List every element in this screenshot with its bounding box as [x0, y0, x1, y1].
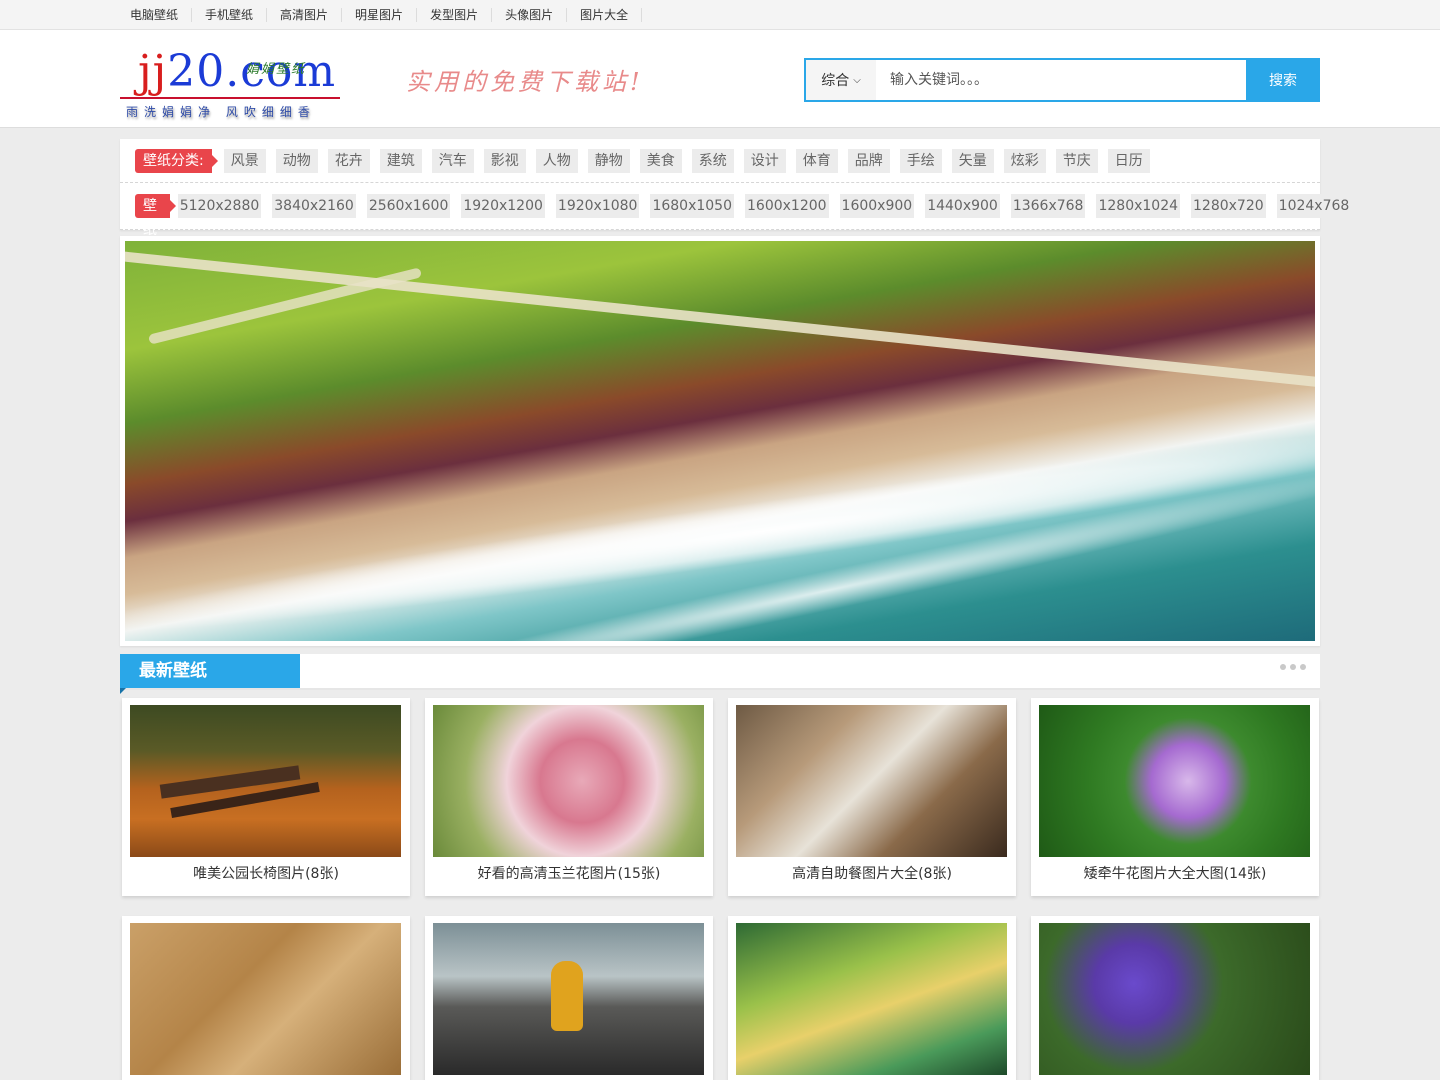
top-nav: 电脑壁纸 手机壁纸 高清图片 明星图片 发型图片 头像图片 图片大全	[0, 0, 1440, 30]
search-bar: 综合 ⌵ 搜索	[804, 58, 1320, 102]
wallpaper-card[interactable]	[728, 916, 1016, 1080]
site-logo[interactable]: jj20.com 娟娟壁纸 雨洗娟娟净 风吹细细香	[120, 48, 340, 124]
wallpaper-thumbnail[interactable]	[130, 923, 401, 1075]
more-dots-icon[interactable]	[1280, 664, 1306, 670]
category-tag[interactable]: 节庆	[1055, 148, 1098, 173]
topnav-link-mobile-wallpaper[interactable]: 手机壁纸	[192, 8, 268, 22]
wallpaper-card[interactable]: 高清自助餐图片大全(8张)	[728, 698, 1016, 896]
logo-divider	[120, 97, 340, 99]
section-title: 最新壁纸	[120, 654, 300, 694]
banner-image[interactable]	[125, 241, 1315, 641]
wallpaper-thumbnail[interactable]	[1039, 923, 1310, 1075]
size-tag[interactable]: 2560x1600	[366, 194, 451, 218]
wallpaper-card[interactable]: 好看的高清玉兰花图片(15张)	[425, 698, 713, 896]
size-tag[interactable]: 1440x900	[925, 194, 1000, 218]
category-tag[interactable]: 炫彩	[1003, 148, 1046, 173]
topnav-link-all-images[interactable]: 图片大全	[567, 8, 643, 22]
size-tag[interactable]: 1920x1200	[461, 194, 545, 218]
wallpaper-card[interactable]: 唯美公园长椅图片(8张)	[122, 698, 410, 896]
category-tag[interactable]: 体育	[795, 148, 838, 173]
logo-subtitle: 娟娟壁纸	[246, 62, 307, 77]
topnav-link-hd-images[interactable]: 高清图片	[267, 8, 343, 22]
category-tag[interactable]: 美食	[639, 148, 682, 173]
category-tag[interactable]: 矢量	[951, 148, 994, 173]
size-tag[interactable]: 1366x768	[1010, 194, 1086, 218]
category-tag[interactable]: 品牌	[847, 148, 890, 173]
wallpaper-thumbnail[interactable]	[433, 705, 704, 857]
category-filter-row: 壁纸分类: 风景 动物 花卉 建筑 汽车 影视 人物 静物 美食 系统 设计 体…	[120, 139, 1320, 183]
size-tag[interactable]: 5120x2880	[177, 194, 262, 218]
size-tag[interactable]: 1680x1050	[650, 194, 734, 218]
size-filter-row: 壁纸尺寸: 5120x2880 3840x2160 2560x1600 1920…	[120, 183, 1352, 286]
wallpaper-thumbnail[interactable]	[130, 705, 401, 857]
wallpaper-caption[interactable]: 唯美公园长椅图片(8张)	[130, 857, 402, 891]
size-tag[interactable]: 1920x1080	[555, 194, 640, 218]
site-header: jj20.com 娟娟壁纸 雨洗娟娟净 风吹细细香 实用的免费下载站! 综合 ⌵…	[0, 30, 1440, 128]
wallpaper-grid: 唯美公园长椅图片(8张) 好看的高清玉兰花图片(15张) 高清自助餐图片大全(8…	[120, 698, 1320, 1080]
search-button[interactable]: 搜索	[1246, 58, 1320, 102]
wallpaper-thumbnail[interactable]	[736, 705, 1007, 857]
site-slogan: 实用的免费下载站!	[406, 68, 644, 96]
wallpaper-card[interactable]	[425, 916, 713, 1080]
category-tag[interactable]: 动物	[275, 148, 318, 173]
latest-wallpapers-header: 最新壁纸	[120, 654, 1320, 694]
topnav-link-pc-wallpaper[interactable]: 电脑壁纸	[120, 8, 193, 22]
chevron-down-icon: ⌵	[853, 74, 861, 86]
wallpaper-caption[interactable]: 矮牵牛花图片大全大图(14张)	[1039, 857, 1311, 891]
topnav-link-celebrity-images[interactable]: 明星图片	[342, 8, 418, 22]
category-tag[interactable]: 风景	[223, 148, 266, 173]
category-tag[interactable]: 建筑	[379, 148, 422, 173]
category-tag[interactable]: 系统	[691, 148, 734, 173]
logo-domain: jj20.com	[138, 46, 337, 97]
size-tag[interactable]: 3840x2160	[272, 194, 356, 218]
search-type-select[interactable]: 综合 ⌵	[806, 60, 876, 100]
category-filter-label: 壁纸分类:	[135, 148, 218, 173]
topnav-link-avatar-images[interactable]: 头像图片	[492, 8, 568, 22]
category-tag[interactable]: 日历	[1107, 148, 1150, 173]
category-tag[interactable]: 静物	[587, 148, 630, 173]
filter-panel: 壁纸分类: 风景 动物 花卉 建筑 汽车 影视 人物 静物 美食 系统 设计 体…	[120, 139, 1352, 286]
size-tag[interactable]: 1600x1200	[745, 194, 829, 218]
size-tag[interactable]: 1600x900	[839, 194, 915, 218]
logo-motto: 雨洗娟娟净 风吹细细香	[126, 105, 316, 119]
size-tag[interactable]: 1024x768	[1276, 194, 1352, 218]
wallpaper-thumbnail[interactable]	[736, 923, 1007, 1075]
size-tag[interactable]: 1280x1024	[1096, 194, 1181, 218]
category-tag[interactable]: 设计	[743, 148, 786, 173]
wallpaper-thumbnail[interactable]	[1039, 705, 1310, 857]
wallpaper-caption[interactable]: 好看的高清玉兰花图片(15张)	[433, 857, 705, 891]
wallpaper-card[interactable]: 矮牵牛花图片大全大图(14张)	[1031, 698, 1319, 896]
category-tag[interactable]: 人物	[535, 148, 578, 173]
category-tag[interactable]: 花卉	[327, 148, 370, 173]
wallpaper-card[interactable]	[1031, 916, 1319, 1080]
banner-road	[125, 247, 1315, 405]
category-tag[interactable]: 影视	[483, 148, 526, 173]
category-tag[interactable]: 手绘	[899, 148, 942, 173]
search-input[interactable]	[876, 60, 1246, 100]
wallpaper-card[interactable]	[122, 916, 410, 1080]
size-filter-label: 壁纸尺寸:	[135, 194, 176, 286]
category-tag[interactable]: 汽车	[431, 148, 474, 173]
featured-banner[interactable]	[120, 236, 1320, 646]
search-type-value: 综合	[821, 73, 850, 89]
topnav-link-hairstyle-images[interactable]: 发型图片	[417, 8, 493, 22]
size-tag[interactable]: 1280x720	[1191, 194, 1266, 218]
wallpaper-thumbnail[interactable]	[433, 923, 704, 1075]
wallpaper-caption[interactable]: 高清自助餐图片大全(8张)	[736, 857, 1008, 891]
